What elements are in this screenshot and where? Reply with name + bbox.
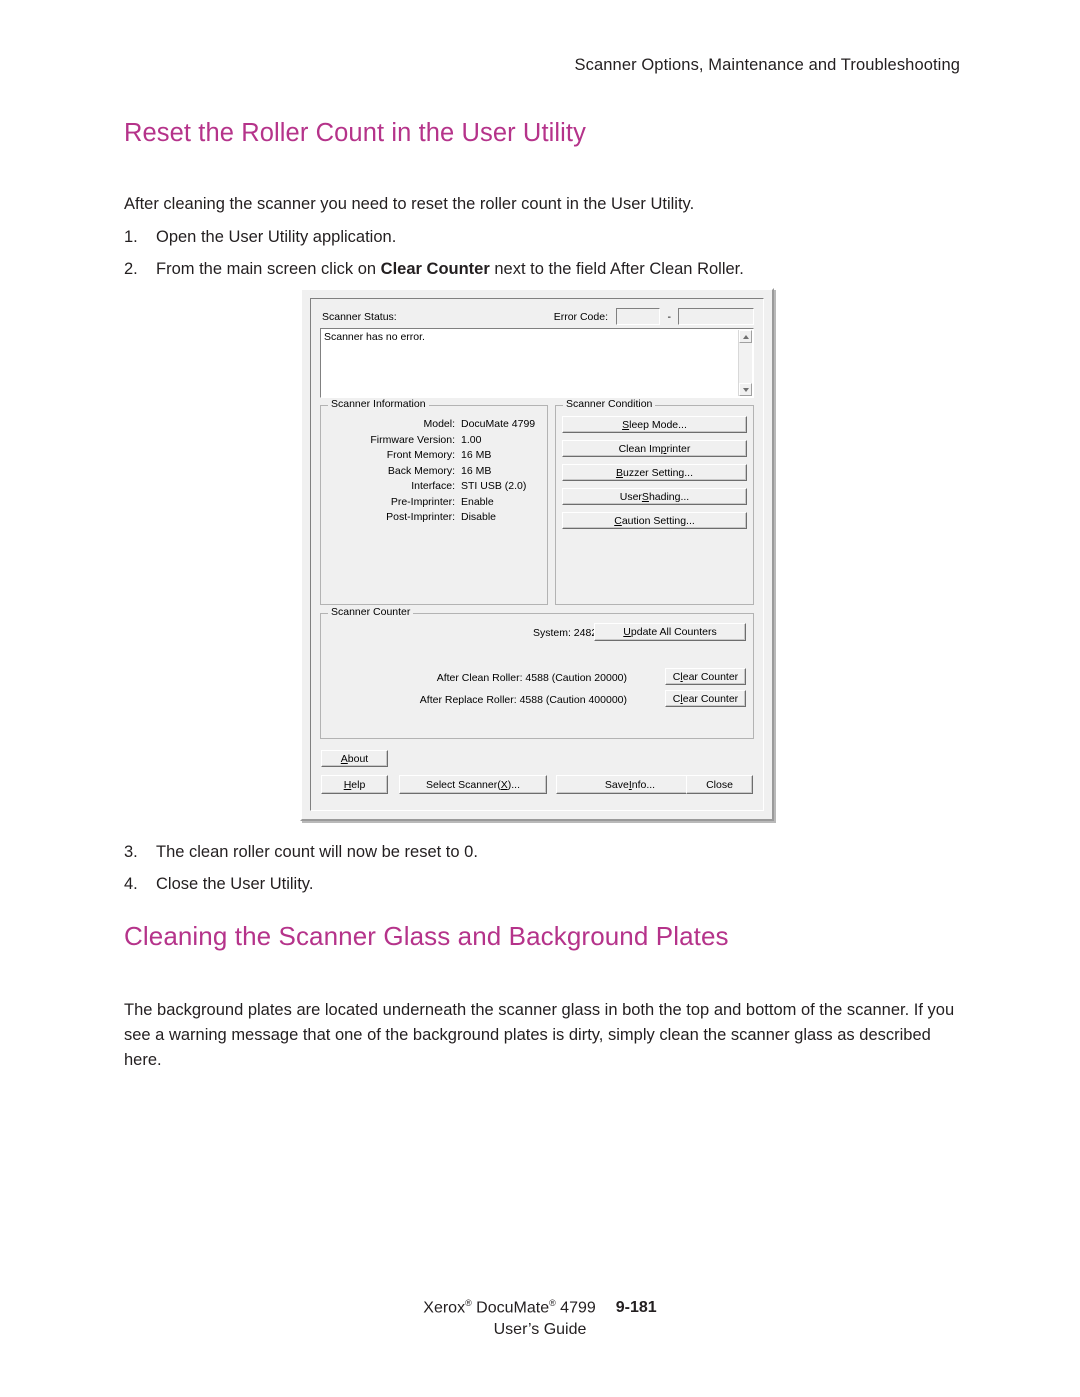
clear-counter-button-after-replace-roller[interactable]: Cl ear Counter bbox=[665, 690, 746, 707]
after-clean-roller-label: After Clean Roller: bbox=[436, 672, 523, 684]
info-value: 16 MB bbox=[461, 464, 492, 477]
select-scanner-button[interactable]: Select Scanner(X)... bbox=[399, 775, 547, 794]
info-label: Interface: bbox=[411, 480, 455, 492]
help-button[interactable]: Help bbox=[321, 775, 388, 794]
scanner-information-title: Scanner Information bbox=[328, 399, 429, 410]
system-counter-label: System: bbox=[532, 627, 571, 639]
scanner-condition-title: Scanner Condition bbox=[563, 399, 656, 410]
table-row: Pre-Imprinter: Enable bbox=[327, 495, 541, 511]
footer-guide-label: User’s Guide bbox=[493, 1321, 587, 1339]
table-row: Front Memory: 16 MB bbox=[327, 448, 541, 464]
table-row: Interface: STI USB (2.0) bbox=[327, 479, 541, 495]
list-item: 2. From the main screen click on Clear C… bbox=[124, 259, 944, 280]
info-label: Model: bbox=[423, 418, 455, 430]
step-bold-term: Clear Counter bbox=[380, 259, 490, 278]
scroll-up-icon[interactable] bbox=[739, 330, 752, 343]
page-running-header: Scanner Options, Maintenance and Trouble… bbox=[574, 56, 960, 74]
info-value: 1.00 bbox=[461, 433, 482, 446]
update-all-counters-button[interactable]: Update All Counters bbox=[594, 623, 746, 641]
scanner-condition-buttons: Sleep Mode... Clean Im p rinter Buzzer Set… bbox=[562, 416, 747, 536]
step-text: From the main screen click on Clear Coun… bbox=[156, 259, 744, 278]
scanner-information-rows: Model: DocuMate 4799 Firmware Version: 1… bbox=[327, 417, 541, 526]
registered-trademark-icon: ® bbox=[549, 1298, 556, 1308]
caution-setting-button[interactable]: Caution Setting... bbox=[562, 512, 747, 529]
after-clean-roller-value: 4588 (Caution 20000) bbox=[525, 672, 627, 684]
page-footer: Xerox® DocuMate® 4799 9-181 User’s Guide bbox=[0, 1298, 1080, 1339]
steps-list-upper: 1. Open the User Utility application. 2.… bbox=[124, 227, 944, 290]
intro-paragraph: After cleaning the scanner you need to r… bbox=[124, 195, 695, 213]
error-code-label: Error Code: bbox=[553, 311, 608, 323]
user-utility-dialog[interactable]: Scanner Status: Error Code: - Scanner ha… bbox=[300, 288, 774, 821]
clear-counter-button-after-clean-roller[interactable]: Cl ear Counter bbox=[665, 668, 746, 685]
scanner-counter-group: Scanner Counter System: 24824 Update All… bbox=[320, 607, 754, 739]
step-number: 1. bbox=[124, 228, 138, 246]
status-scrollbar[interactable] bbox=[738, 330, 752, 396]
footer-page-number: 9-181 bbox=[615, 1299, 657, 1317]
sleep-mode-button[interactable]: Sleep Mode... bbox=[562, 416, 747, 433]
step-text: The clean roller count will now be reset… bbox=[156, 843, 478, 861]
footer-product: DocuMate bbox=[471, 1299, 550, 1317]
error-code-input-1[interactable] bbox=[616, 308, 660, 325]
close-button[interactable]: Close bbox=[686, 775, 753, 794]
after-clean-roller-row: After Clean Roller: 4588 (Caution 20000) bbox=[321, 672, 627, 684]
status-row: Scanner Status: Error Code: - bbox=[320, 308, 754, 326]
footer-model: 4799 bbox=[555, 1299, 596, 1317]
footer-product-line: Xerox® DocuMate® 4799 9-181 bbox=[0, 1298, 1080, 1317]
error-code-input-2[interactable] bbox=[678, 308, 754, 325]
list-item: 3. The clean roller count will now be re… bbox=[124, 842, 944, 863]
about-button[interactable]: About bbox=[321, 750, 388, 767]
system-counter-row: System: 24824 bbox=[321, 627, 603, 639]
scanner-condition-group: Scanner Condition Sleep Mode... Clean Im… bbox=[555, 399, 754, 605]
info-label: Post-Imprinter: bbox=[386, 511, 455, 523]
list-item: 4. Close the User Utility. bbox=[124, 874, 944, 895]
footer-brand: Xerox bbox=[423, 1299, 466, 1317]
info-label: Pre-Imprinter: bbox=[390, 495, 455, 508]
save-info-button[interactable]: Save Info... bbox=[556, 775, 704, 794]
table-row: Model: DocuMate 4799 bbox=[327, 417, 541, 433]
scanner-status-label: Scanner Status: bbox=[322, 311, 397, 323]
page-title-reset-roller-count: Reset the Roller Count in the User Utili… bbox=[124, 119, 586, 147]
dialog-bottom-button-row: Help Select Scanner(X)... Save Info... C… bbox=[321, 775, 753, 794]
user-shading-button[interactable]: User Shading... bbox=[562, 488, 747, 505]
dialog-body: Scanner Status: Error Code: - Scanner ha… bbox=[320, 308, 754, 801]
registered-trademark-icon: ® bbox=[465, 1298, 472, 1308]
dialog-inner-frame: Scanner Status: Error Code: - Scanner ha… bbox=[310, 298, 764, 811]
info-value: DocuMate 4799 bbox=[461, 418, 536, 430]
section-title-cleaning-scanner-glass: Cleaning the Scanner Glass and Backgroun… bbox=[124, 921, 729, 951]
step-number: 2. bbox=[124, 259, 138, 278]
scanner-status-textarea[interactable]: Scanner has no error. bbox=[320, 328, 754, 398]
error-code-separator: - bbox=[667, 311, 672, 323]
table-row: Post-Imprinter: Disable bbox=[327, 510, 541, 526]
after-replace-roller-value: 4588 (Caution 400000) bbox=[519, 694, 627, 706]
scanner-status-message: Scanner has no error. bbox=[324, 331, 425, 343]
steps-list-lower: 3. The clean roller count will now be re… bbox=[124, 842, 944, 905]
step-text: Close the User Utility. bbox=[156, 874, 314, 893]
after-replace-roller-label: After Replace Roller: bbox=[419, 694, 517, 706]
buzzer-setting-button[interactable]: Buzzer Setting... bbox=[562, 464, 747, 481]
info-value: Enable bbox=[461, 495, 494, 508]
info-label: Front Memory: bbox=[386, 449, 455, 461]
scanner-counter-title: Scanner Counter bbox=[328, 607, 414, 618]
clean-imprinter-button[interactable]: Clean Im p rinter bbox=[562, 440, 747, 457]
table-row: Firmware Version: 1.00 bbox=[327, 433, 541, 449]
table-row: Back Memory: 16 MB bbox=[327, 464, 541, 480]
body-paragraph: The background plates are located undern… bbox=[124, 1001, 955, 1070]
list-item: 1. Open the User Utility application. bbox=[124, 227, 944, 248]
scanner-information-group: Scanner Information Model: DocuMate 4799… bbox=[320, 399, 548, 605]
info-label: Back Memory: bbox=[387, 464, 455, 477]
scroll-down-icon[interactable] bbox=[739, 383, 752, 396]
step-text: Open the User Utility application. bbox=[156, 228, 397, 246]
info-value: Disable bbox=[461, 511, 497, 523]
after-replace-roller-row: After Replace Roller: 4588 (Caution 4000… bbox=[321, 694, 627, 706]
step-number: 3. bbox=[124, 843, 138, 861]
step-number: 4. bbox=[124, 874, 138, 893]
info-label: Firmware Version: bbox=[370, 433, 455, 446]
info-value: STI USB (2.0) bbox=[461, 480, 527, 492]
info-value: 16 MB bbox=[461, 449, 492, 461]
